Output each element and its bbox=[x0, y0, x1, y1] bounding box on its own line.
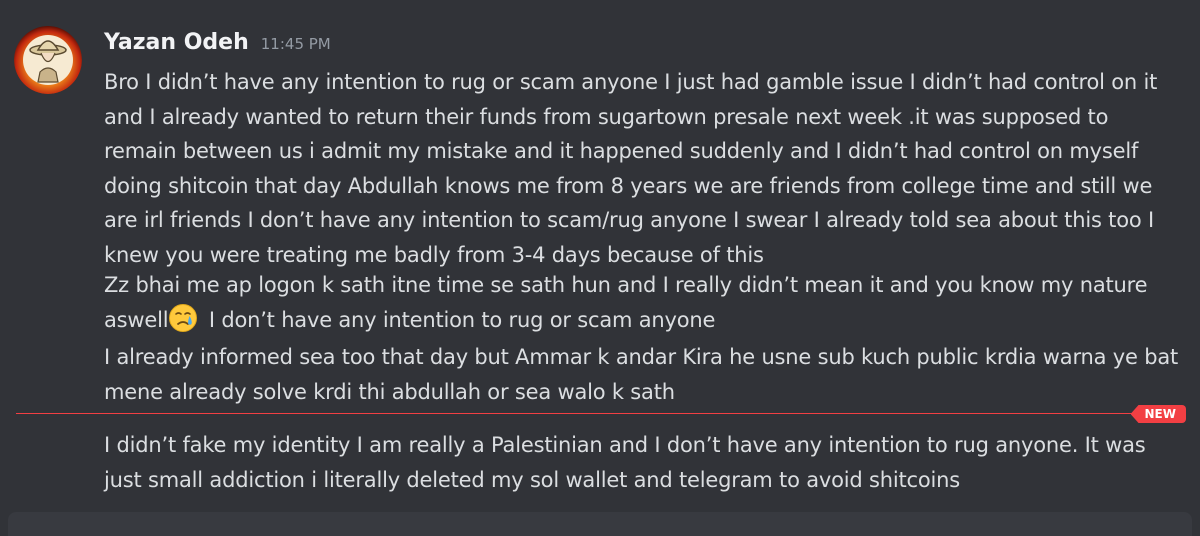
message-composer[interactable] bbox=[8, 512, 1192, 536]
message-timestamp: 11:45 PM bbox=[260, 35, 331, 53]
user-avatar[interactable] bbox=[14, 26, 82, 94]
crying-face-emoji-icon[interactable] bbox=[168, 303, 198, 333]
message-paragraph: Bro I didn’t have any intention to rug o… bbox=[104, 70, 1158, 267]
author-name[interactable]: Yazan Odeh bbox=[104, 30, 249, 55]
new-messages-badge[interactable]: NEW bbox=[1130, 405, 1186, 423]
message-header: Yazan Odeh 11:45 PM bbox=[104, 30, 331, 62]
new-messages-divider bbox=[16, 413, 1186, 414]
message-text-part: I don’t have any intention to rug or sca… bbox=[202, 307, 716, 332]
message-paragraph: Zz bhai me ap logon k sath itne time se … bbox=[104, 268, 1184, 337]
user-avatar-icon bbox=[14, 26, 82, 94]
message-paragraph: I already informed sea too that day but … bbox=[104, 345, 1179, 404]
message-paragraph: I didn’t fake my identity I am really a … bbox=[104, 433, 1146, 492]
chat-window: Yazan Odeh 11:45 PM Bro I didn’t have an… bbox=[0, 0, 1200, 536]
